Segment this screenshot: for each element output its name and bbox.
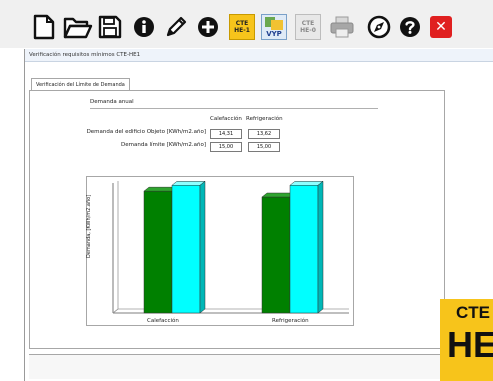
limit-heating-value: 15,00 [210, 142, 242, 152]
demand-chart-svg [112, 180, 349, 314]
cte-he0-top: CTE [301, 20, 315, 27]
section-title: Demanda anual [90, 99, 134, 105]
building-heating-value: 14,31 [210, 129, 242, 139]
section-divider [90, 108, 378, 109]
open-folder-button[interactable] [62, 13, 94, 41]
cte-he0-bottom: HE-0 [300, 27, 316, 34]
chart-bar-top [171, 181, 206, 186]
add-button[interactable] [196, 13, 220, 41]
print-button[interactable] [328, 13, 356, 41]
save-icon [98, 15, 122, 39]
bottom-bar [29, 354, 493, 379]
row-label-limit-demand: Demanda límite [KWh/m2.año] [121, 142, 206, 148]
help-button[interactable] [398, 13, 422, 41]
chart-bar [171, 185, 201, 314]
cte-he1-bottom: HE-1 [234, 27, 250, 34]
save-button[interactable] [96, 13, 124, 41]
limit-cooling-value: 15,00 [248, 142, 280, 152]
new-file-button[interactable] [30, 13, 58, 41]
chart-x-tick-label: Refrigeración [272, 318, 309, 324]
new-file-icon [33, 14, 55, 40]
tab-strip: Verificación del Límite de Demanda [25, 73, 493, 91]
close-button[interactable]: ✕ [429, 13, 453, 41]
compass-icon [367, 15, 391, 39]
info-button[interactable] [132, 13, 156, 41]
cte-he1-button[interactable]: CTE HE-1 [228, 13, 256, 41]
vyp-label: VYP [266, 30, 282, 38]
pencil-icon [166, 16, 187, 37]
cte-he1-top: CTE [235, 20, 249, 27]
logo-bottom-text: HE [447, 324, 493, 365]
col-heading-heating: Calefacción [210, 116, 242, 122]
col-heading-cooling: Refrigeración [246, 116, 283, 122]
demand-chart [86, 176, 354, 326]
window-title: Verificación requisitos mínimos CTE-HE1 [25, 49, 493, 62]
chart-bar-top [289, 181, 324, 186]
chart-back-wall [112, 181, 119, 314]
chart-bar-side [317, 180, 324, 314]
logo-top-text: CTE [456, 303, 490, 322]
open-folder-icon [63, 17, 93, 39]
close-icon: ✕ [430, 16, 452, 38]
toolbar: CTE HE-1 VYP CTE HE-0 ✕ [0, 0, 493, 48]
info-icon [134, 17, 154, 37]
cte-he0-button[interactable]: CTE HE-0 [294, 13, 322, 41]
chart-y-axis-label: Demanda, [KWh/m2.año] [86, 194, 92, 258]
add-icon [198, 17, 218, 37]
vyp-icon: VYP [261, 14, 287, 40]
cte-he0-icon: CTE HE-0 [295, 14, 321, 40]
chart-x-tick-label: Calefacción [147, 318, 179, 324]
cte-he1-icon: CTE HE-1 [229, 14, 255, 40]
chart-bar [143, 190, 173, 314]
compass-button[interactable] [366, 13, 392, 41]
edit-button[interactable] [163, 13, 189, 41]
chart-bar [289, 185, 319, 314]
chart-bar-side [199, 180, 206, 314]
printer-icon [330, 16, 354, 38]
chart-bar [261, 196, 291, 314]
row-label-building-demand: Demanda del edificio Objeto [KWh/m2.año] [86, 129, 206, 135]
help-icon [400, 17, 420, 37]
building-cooling-value: 13,62 [248, 129, 280, 139]
cte-he-logo: CTE HE [440, 299, 493, 381]
vyp-button[interactable]: VYP [260, 13, 288, 41]
